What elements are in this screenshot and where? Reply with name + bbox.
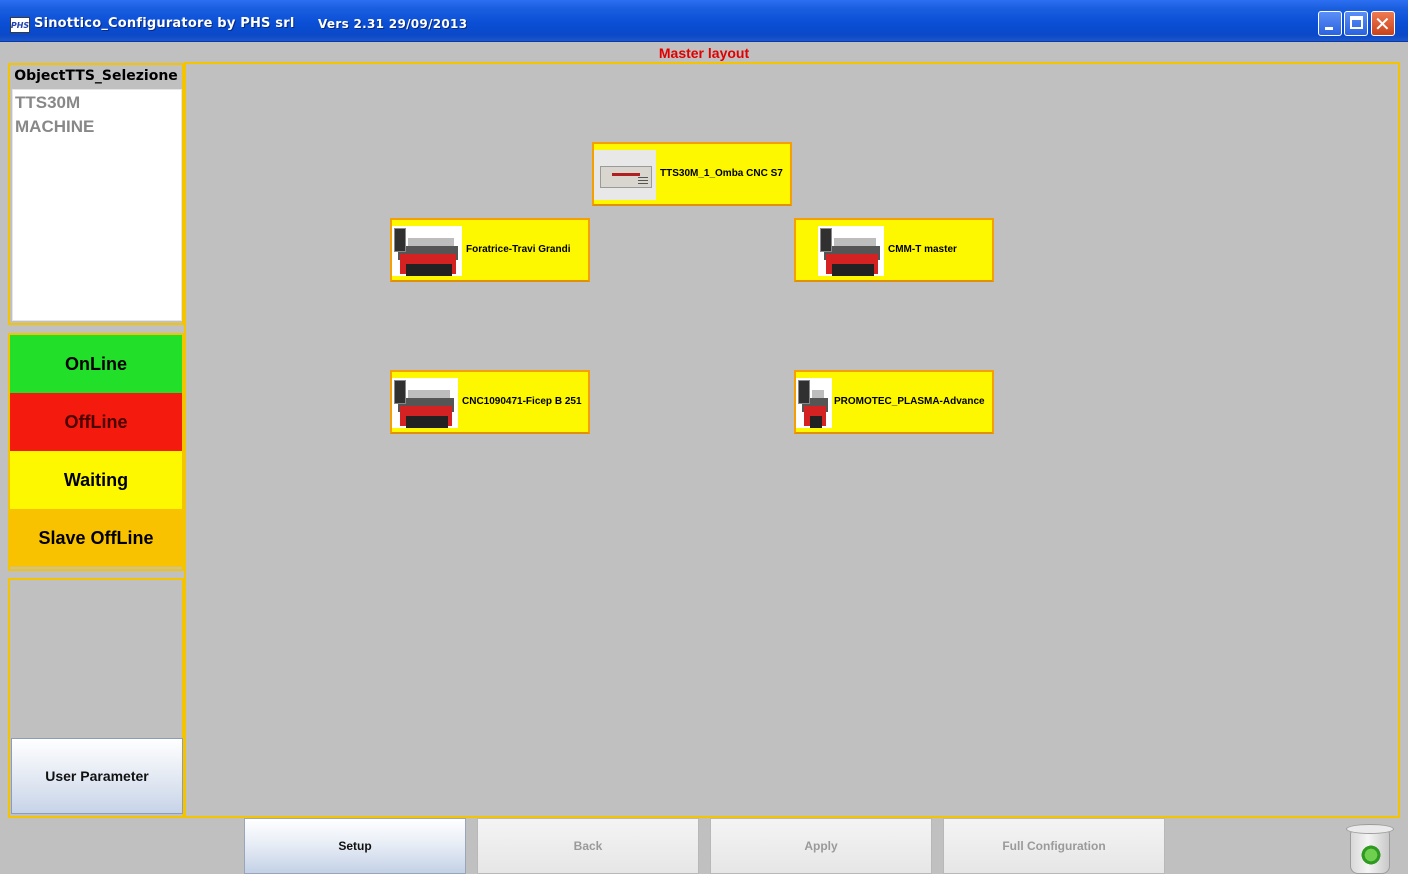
window-titlebar: PHS Sinottico_Configuratore by PHS srl V…: [0, 0, 1408, 42]
server-unit-icon: [594, 150, 656, 200]
close-icon: ✕: [1374, 12, 1391, 36]
machine-node[interactable]: TTS30M_1_Omba CNC S7: [592, 142, 792, 206]
status-legend: OnLine OffLine Waiting Slave OffLine: [8, 333, 184, 571]
object-selection-panel: ObjectTTS_Selezione TTS30M MACHINE: [8, 63, 184, 325]
layout-title: Master layout: [658, 45, 750, 61]
machine-node[interactable]: Foratrice-Travi Grandi: [390, 218, 590, 282]
list-item[interactable]: TTS30M: [13, 93, 181, 112]
machine-label: PROMOTEC_PLASMA-Advance: [834, 396, 985, 407]
lathe-machine-icon: [392, 378, 458, 428]
maximize-icon: [1350, 16, 1363, 29]
recycle-bin-icon[interactable]: [1344, 820, 1400, 874]
machine-label: Foratrice-Travi Grandi: [466, 244, 571, 255]
window-title: Sinottico_Configuratore by PHS srl: [34, 16, 295, 31]
maximize-button[interactable]: [1344, 11, 1368, 36]
version-label: Vers 2.31 29/09/2013: [318, 17, 468, 31]
machine-node[interactable]: PROMOTEC_PLASMA-Advance: [794, 370, 994, 434]
user-parameter-button[interactable]: User Parameter: [11, 738, 183, 814]
layout-canvas[interactable]: TTS30M_1_Omba CNC S7 Foratrice-Travi Gra…: [184, 62, 1400, 818]
recycle-arrows-icon: [1360, 844, 1382, 866]
setup-button[interactable]: Setup: [244, 818, 466, 874]
back-button[interactable]: Back: [477, 818, 699, 874]
minimize-icon: [1325, 27, 1333, 30]
list-item[interactable]: MACHINE: [13, 112, 181, 141]
selection-title: ObjectTTS_Selezione: [14, 68, 178, 84]
machine-node[interactable]: CNC1090471-Ficep B 251: [390, 370, 590, 434]
machine-label: CMM-T master: [888, 244, 957, 255]
machine-node[interactable]: CMM-T master: [794, 218, 994, 282]
full-configuration-button[interactable]: Full Configuration: [943, 818, 1165, 874]
selection-list[interactable]: TTS30M MACHINE: [12, 89, 182, 321]
apply-button[interactable]: Apply: [710, 818, 932, 874]
close-button[interactable]: ✕: [1371, 11, 1395, 36]
legend-online: OnLine: [10, 335, 182, 393]
legend-slave-offline: Slave OffLine: [10, 509, 182, 567]
lathe-machine-icon: [392, 226, 462, 276]
bin-lid: [1346, 824, 1394, 834]
app-logo-icon: PHS: [10, 17, 30, 33]
legend-offline: OffLine: [10, 393, 182, 451]
machine-label: CNC1090471-Ficep B 251: [462, 396, 582, 407]
legend-waiting: Waiting: [10, 451, 182, 509]
lathe-machine-icon: [818, 226, 884, 276]
machine-label: TTS30M_1_Omba CNC S7: [660, 168, 783, 179]
minimize-button[interactable]: [1318, 11, 1342, 36]
lathe-machine-icon: [796, 378, 832, 428]
